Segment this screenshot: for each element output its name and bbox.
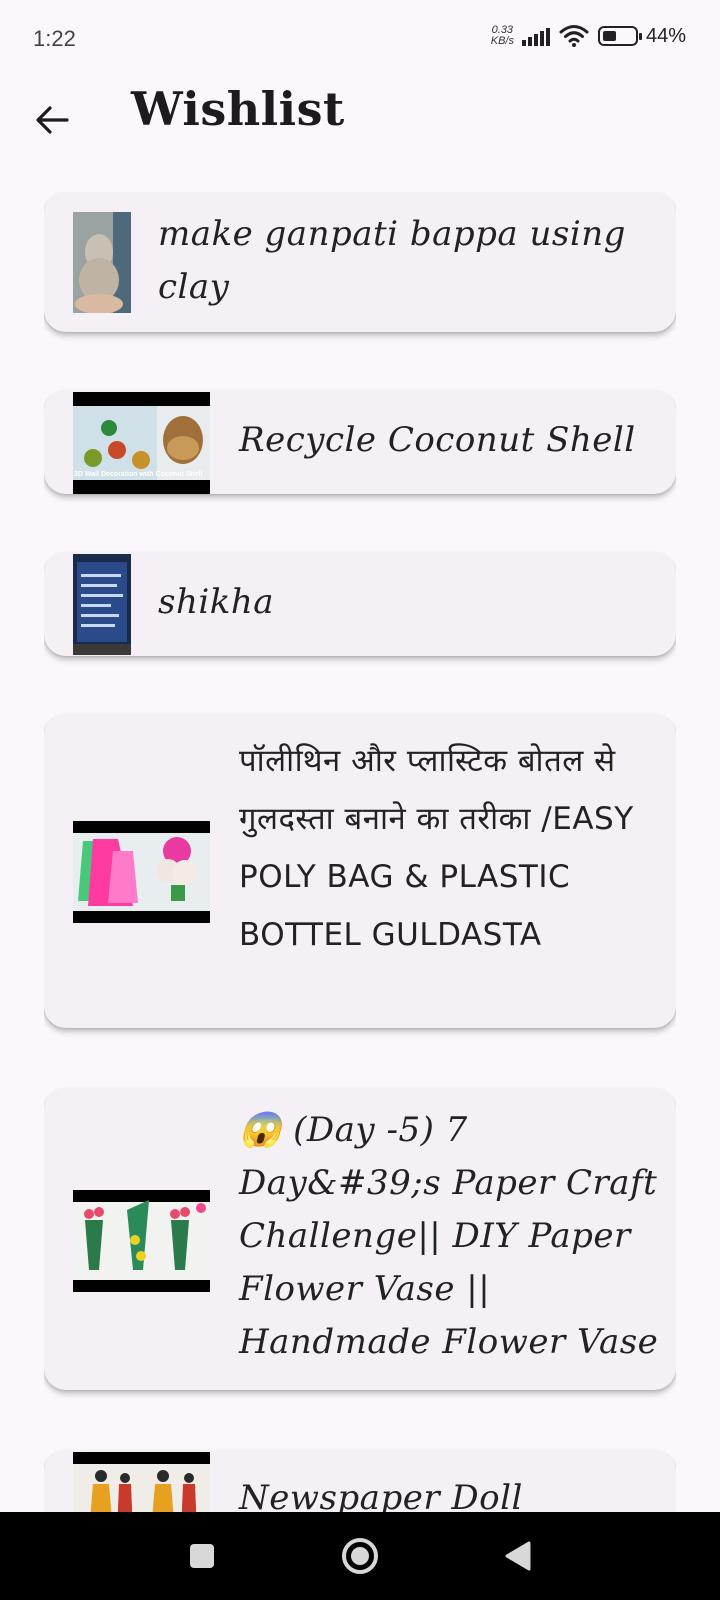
- system-nav-bar: [0, 1512, 720, 1600]
- circle-icon: [342, 1538, 378, 1574]
- square-icon: [190, 1544, 214, 1568]
- back-button[interactable]: [30, 98, 74, 142]
- coconut-shell-thumbnail: 3D Wall Decoration with Coconut Shell: [73, 392, 210, 494]
- wishlist-item-title: Recycle Coconut Shell: [239, 420, 636, 460]
- app-bar: Wishlist: [0, 80, 720, 172]
- status-bar: 1:22 0.33 KB/s 44%: [0, 0, 720, 80]
- poly-bag-bouquet-thumbnail: [73, 821, 210, 923]
- wishlist-item[interactable]: 3D Wall Decoration with Coconut Shell Re…: [44, 390, 676, 494]
- wishlist-item[interactable]: 😱 (Day -5) 7 Day&#39;s Paper Craft Chall…: [44, 1088, 676, 1390]
- status-time: 1:22: [33, 26, 76, 51]
- recents-button[interactable]: [178, 1532, 226, 1580]
- triangle-back-icon: [505, 1541, 531, 1571]
- wishlist-item-title: पॉलीथिन और प्लास्टिक बोतल से गुलदस्ता बन…: [239, 743, 634, 953]
- wishlist-list[interactable]: make ganpati bappa using clay 3D Wall De…: [44, 192, 676, 1512]
- clay-ganesha-thumbnail: [73, 212, 131, 313]
- page-title: Wishlist: [131, 82, 345, 136]
- cellular-signal-icon: [521, 26, 550, 46]
- wishlist-item[interactable]: पॉलीथिन और प्लास्टिक बोतल से गुलदस्ता बन…: [44, 714, 676, 1028]
- newspaper-doll-thumbnail: [73, 1452, 210, 1512]
- paper-flower-vase-thumbnail: [73, 1190, 210, 1292]
- status-icons: 0.33 KB/s 44%: [491, 24, 686, 48]
- wishlist-item[interactable]: Newspaper Doll: [44, 1450, 676, 1512]
- wishlist-item-title: 😱 (Day -5) 7 Day&#39;s Paper Craft Chall…: [239, 1110, 659, 1362]
- wifi-icon: [559, 25, 589, 47]
- thumbnail-caption: 3D Wall Decoration with Coconut Shell: [74, 471, 203, 478]
- wishlist-item-title: shikha: [158, 582, 274, 622]
- battery-icon: [597, 26, 642, 46]
- wishlist-item-title: Newspaper Doll: [239, 1478, 523, 1512]
- arrow-left-icon: [36, 106, 69, 134]
- battery-percent: 44%: [645, 24, 686, 47]
- wishlist-item-title: make ganpati bappa using clay: [158, 214, 626, 307]
- home-button[interactable]: [336, 1532, 384, 1580]
- nav-back-button[interactable]: [494, 1532, 542, 1580]
- network-speed: 0.33 KB/s: [490, 24, 514, 47]
- wishlist-item[interactable]: shikha: [44, 552, 676, 656]
- wishlist-item[interactable]: make ganpati bappa using clay: [44, 192, 676, 332]
- computer-screen-thumbnail: [73, 554, 131, 655]
